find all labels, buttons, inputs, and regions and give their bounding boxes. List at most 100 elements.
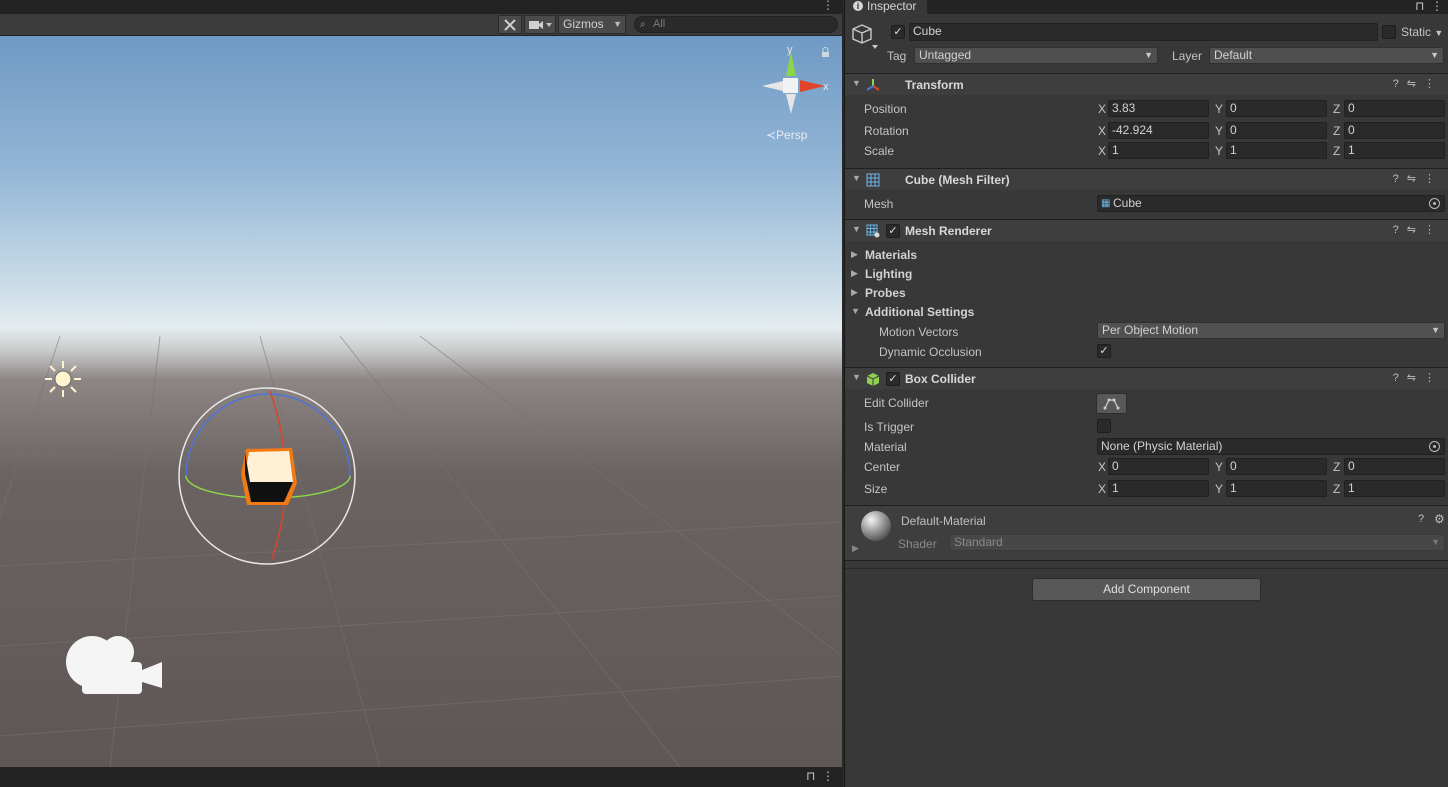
video-camera-button[interactable] bbox=[524, 15, 556, 34]
gear-icon[interactable]: ⚙ bbox=[1434, 512, 1445, 526]
help-icon[interactable]: ? bbox=[1393, 173, 1407, 185]
object-active-checkbox[interactable]: ✓ bbox=[891, 25, 905, 39]
foldout-arrow-icon[interactable]: ▼ bbox=[852, 372, 861, 382]
size-x-field[interactable]: 1 bbox=[1108, 480, 1209, 497]
probes-foldout[interactable]: ▶ Probes bbox=[851, 286, 906, 300]
preset-icon[interactable]: ⇋ bbox=[1407, 173, 1424, 185]
chevron-right-icon[interactable]: ▶ bbox=[852, 543, 859, 554]
search-placeholder: All bbox=[653, 18, 666, 30]
static-dropdown[interactable]: Static ▼ bbox=[1401, 25, 1443, 39]
object-picker-icon[interactable] bbox=[1429, 441, 1440, 452]
lock-icon[interactable] bbox=[822, 47, 829, 58]
lighting-foldout-label: Lighting bbox=[865, 267, 913, 281]
scale-z-field[interactable]: 1 bbox=[1344, 142, 1445, 159]
help-icon[interactable]: ? bbox=[1393, 372, 1407, 384]
scene-viewport[interactable]: y x ≺Persp bbox=[0, 36, 842, 767]
scene-graphics: y x bbox=[0, 44, 842, 767]
menu-dots-icon[interactable]: ⋮ bbox=[1424, 224, 1443, 236]
dynamic-occlusion-checkbox[interactable]: ✓ bbox=[1097, 344, 1111, 358]
scene-search-input[interactable]: ⌕ All bbox=[634, 16, 838, 33]
preset-icon[interactable]: ⇋ bbox=[1407, 372, 1424, 384]
mesh-object-field[interactable]: ▦ Cube bbox=[1097, 195, 1445, 212]
menu-dots-icon[interactable]: ⋮ bbox=[1424, 372, 1443, 384]
gizmos-label: Gizmos bbox=[563, 17, 604, 31]
chevron-right-icon: ▶ bbox=[851, 249, 858, 259]
axis-z: Z bbox=[1333, 124, 1341, 138]
help-icon[interactable]: ? bbox=[1393, 224, 1407, 236]
scene-view[interactable]: ⋮ Gizmos ▼ ⌕ All y x ≺Persp ⊓ ⋮ bbox=[0, 0, 842, 787]
gizmos-dropdown[interactable]: Gizmos ▼ bbox=[558, 15, 626, 34]
menu-dots-icon[interactable]: ⋮ bbox=[822, 769, 834, 783]
mesh-renderer-title: Mesh Renderer bbox=[905, 224, 992, 238]
foldout-arrow-icon[interactable]: ▼ bbox=[852, 78, 861, 88]
sun-icon[interactable] bbox=[45, 361, 81, 397]
mesh-renderer-icon bbox=[866, 224, 880, 238]
cube-object[interactable] bbox=[241, 448, 297, 505]
is-trigger-checkbox[interactable] bbox=[1097, 419, 1111, 433]
camera-gizmo-icon[interactable] bbox=[66, 636, 162, 694]
box-collider-header[interactable]: ▼ ✓ Box Collider ?⇋⋮ bbox=[845, 367, 1448, 389]
help-icon[interactable]: ? bbox=[1393, 78, 1407, 90]
position-z-field[interactable]: 0 bbox=[1344, 100, 1445, 117]
size-y-field[interactable]: 1 bbox=[1226, 480, 1327, 497]
object-name-field[interactable]: Cube bbox=[909, 23, 1378, 41]
chevron-down-icon: ▼ bbox=[613, 19, 622, 29]
motion-vectors-dropdown[interactable]: Per Object Motion ▼ bbox=[1097, 322, 1445, 339]
chevron-down-icon: ▼ bbox=[851, 306, 860, 316]
orientation-gizmo[interactable]: y x bbox=[762, 44, 829, 114]
materials-foldout[interactable]: ▶ Materials bbox=[851, 248, 917, 262]
tag-value: Untagged bbox=[919, 48, 972, 62]
center-x-field[interactable]: 0 bbox=[1108, 458, 1209, 475]
add-component-button[interactable]: Add Component bbox=[1032, 578, 1261, 601]
menu-dots-icon[interactable]: ⋮ bbox=[822, 0, 834, 12]
transform-header[interactable]: ▼ Transform ?⇋⋮ bbox=[845, 73, 1448, 95]
tag-label: Tag bbox=[887, 49, 907, 63]
center-z-field[interactable]: 0 bbox=[1344, 458, 1445, 475]
preset-icon[interactable]: ⇋ bbox=[1407, 78, 1424, 90]
layer-dropdown[interactable]: Default ▼ bbox=[1209, 47, 1444, 64]
shader-label: Shader bbox=[898, 537, 937, 551]
box-collider-enabled-checkbox[interactable]: ✓ bbox=[886, 372, 900, 386]
physic-material-field[interactable]: None (Physic Material) bbox=[1097, 438, 1445, 455]
scene-toolbar: Gizmos ▼ ⌕ All bbox=[0, 14, 842, 36]
tag-dropdown[interactable]: Untagged ▼ bbox=[914, 47, 1158, 64]
object-picker-icon[interactable] bbox=[1429, 198, 1440, 209]
shader-dropdown[interactable]: Standard ▼ bbox=[949, 534, 1445, 551]
tools-icon[interactable] bbox=[498, 15, 522, 34]
position-y-field[interactable]: 0 bbox=[1226, 100, 1327, 117]
axis-x: X bbox=[1098, 102, 1107, 116]
mesh-value: Cube bbox=[1113, 196, 1142, 210]
preset-icon[interactable]: ⇋ bbox=[1407, 224, 1424, 236]
info-icon: i bbox=[853, 1, 863, 11]
scale-y-field[interactable]: 1 bbox=[1226, 142, 1327, 159]
rotation-x-field[interactable]: -42.924 bbox=[1108, 122, 1209, 139]
menu-dots-icon[interactable]: ⋮ bbox=[1424, 173, 1443, 185]
edit-bounds-icon bbox=[1103, 398, 1120, 410]
size-z-field[interactable]: 1 bbox=[1344, 480, 1445, 497]
divider bbox=[845, 568, 1448, 569]
center-y-field[interactable]: 0 bbox=[1226, 458, 1327, 475]
lock-icon[interactable]: ⊓ bbox=[1415, 0, 1424, 13]
material-sphere-icon bbox=[861, 511, 891, 541]
perspective-label[interactable]: ≺Persp bbox=[766, 128, 807, 142]
tab-inspector[interactable]: i Inspector bbox=[845, 0, 927, 14]
lock-icon[interactable]: ⊓ bbox=[806, 769, 815, 783]
foldout-arrow-icon[interactable]: ▼ bbox=[852, 173, 861, 183]
rotation-z-field[interactable]: 0 bbox=[1344, 122, 1445, 139]
static-checkbox[interactable] bbox=[1382, 25, 1396, 39]
foldout-arrow-icon[interactable]: ▼ bbox=[852, 224, 861, 234]
additional-settings-foldout[interactable]: ▼ Additional Settings bbox=[851, 305, 974, 319]
mesh-renderer-header[interactable]: ▼ ✓ Mesh Renderer ?⇋⋮ bbox=[845, 219, 1448, 241]
help-icon[interactable]: ? bbox=[1418, 513, 1424, 525]
scale-x-field[interactable]: 1 bbox=[1108, 142, 1209, 159]
menu-dots-icon[interactable]: ⋮ bbox=[1424, 78, 1443, 90]
rotation-y-field[interactable]: 0 bbox=[1226, 122, 1327, 139]
layer-label: Layer bbox=[1172, 49, 1203, 63]
edit-collider-label: Edit Collider bbox=[864, 396, 929, 410]
edit-collider-button[interactable] bbox=[1096, 393, 1127, 414]
position-x-field[interactable]: 3.83 bbox=[1108, 100, 1209, 117]
mesh-filter-header[interactable]: ▼ Cube (Mesh Filter) ?⇋⋮ bbox=[845, 168, 1448, 190]
mesh-renderer-enabled-checkbox[interactable]: ✓ bbox=[886, 224, 900, 238]
lighting-foldout[interactable]: ▶ Lighting bbox=[851, 267, 913, 281]
menu-dots-icon[interactable]: ⋮ bbox=[1431, 0, 1443, 13]
